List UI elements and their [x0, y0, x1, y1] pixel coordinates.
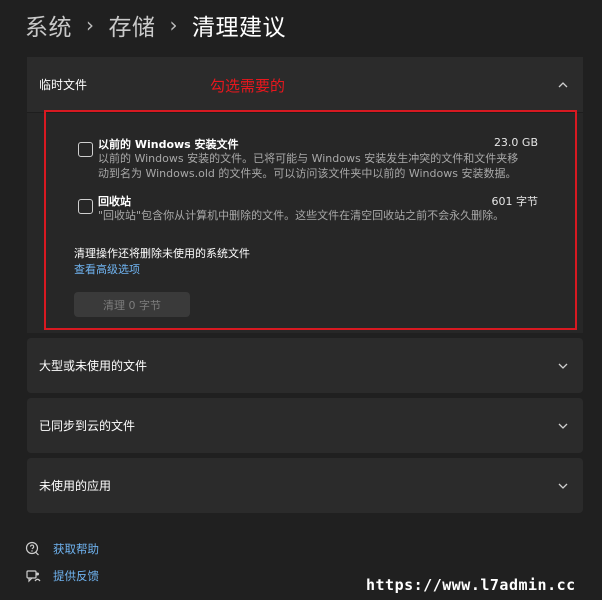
section-cloud-synced-files[interactable]: 已同步到云的文件	[27, 398, 583, 453]
section-title: 未使用的应用	[39, 479, 112, 493]
clean-button[interactable]: 清理 0 字节	[74, 292, 190, 317]
item-title: 以前的 Windows 安装文件	[98, 138, 239, 151]
item-description-line: 以前的 Windows 安装的文件。已将可能与 Windows 安装发生冲突的文…	[98, 152, 519, 165]
watermark-text: https://www.l7admin.cc	[366, 576, 576, 594]
annotation-label: 勾选需要的	[210, 77, 286, 95]
get-help-link[interactable]: 获取帮助	[25, 541, 99, 557]
section-large-unused-files[interactable]: 大型或未使用的文件	[27, 338, 583, 393]
page-title: 清理建议	[192, 15, 286, 41]
breadcrumb-separator: ›	[86, 13, 95, 37]
breadcrumb-storage[interactable]: 存储	[109, 8, 156, 42]
item-description: "回收站"包含你从计算机中删除的文件。这些文件在清空回收站之前不会永久删除。	[98, 208, 543, 223]
checkbox-recycle-bin[interactable]	[78, 199, 93, 214]
item-description-line: 动到名为 Windows.old 的文件夹。可以访问该文件夹中以前的 Windo…	[98, 167, 517, 180]
temp-files-title: 临时文件	[39, 78, 88, 92]
temp-files-header[interactable]: 临时文件	[27, 57, 583, 112]
item-description-line: "回收站"包含你从计算机中删除的文件。这些文件在清空回收站之前不会永久删除。	[98, 209, 505, 222]
checkbox-previous-windows[interactable]	[78, 142, 93, 157]
section-title: 已同步到云的文件	[39, 419, 136, 433]
item-size: 23.0 GB	[493, 136, 538, 149]
feedback-icon	[26, 570, 41, 583]
item-size: 601 字节	[491, 195, 539, 208]
help-icon	[25, 541, 39, 556]
breadcrumb: 系统 › 存储 › 清理建议	[25, 8, 286, 42]
advanced-options-link[interactable]: 查看高级选项	[74, 261, 140, 277]
chevron-down-icon	[558, 363, 568, 369]
cleanup-note: 清理操作还将删除未使用的系统文件	[74, 247, 250, 260]
breadcrumb-separator: ›	[169, 13, 178, 37]
chevron-down-icon	[558, 423, 568, 429]
feedback-link[interactable]: 提供反馈	[25, 568, 99, 584]
get-help-label: 获取帮助	[53, 542, 99, 556]
section-title: 大型或未使用的文件	[39, 359, 148, 373]
chevron-down-icon	[558, 483, 568, 489]
breadcrumb-system[interactable]: 系统	[25, 8, 72, 42]
chevron-up-icon	[558, 81, 568, 87]
item-title: 回收站	[98, 195, 131, 208]
item-description: 以前的 Windows 安装的文件。已将可能与 Windows 安装发生冲突的文…	[98, 151, 543, 181]
feedback-label: 提供反馈	[53, 569, 99, 583]
section-unused-apps[interactable]: 未使用的应用	[27, 458, 583, 513]
